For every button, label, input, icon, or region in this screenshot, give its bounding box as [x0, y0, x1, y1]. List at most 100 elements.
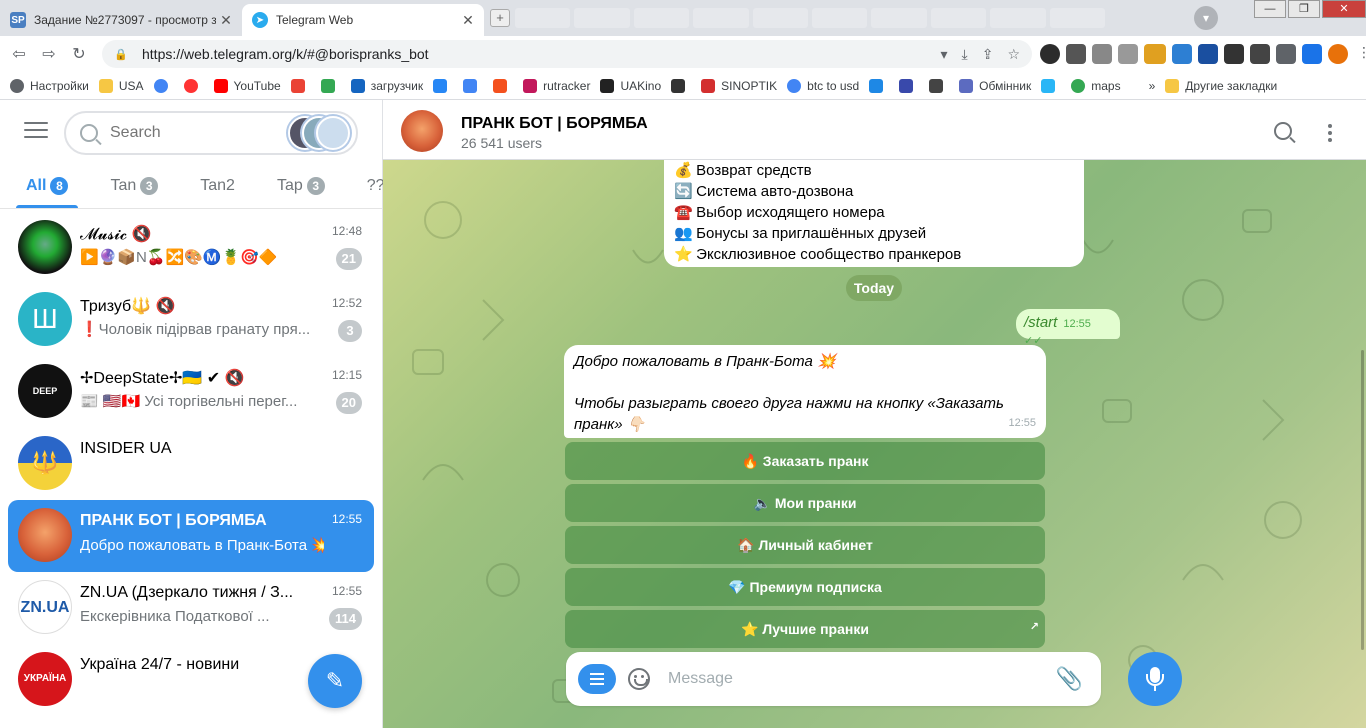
- search-box[interactable]: [64, 111, 358, 155]
- chat-item-insider[interactable]: 🔱 INSIDER UA: [8, 428, 374, 500]
- bookmark[interactable]: USA: [98, 78, 144, 93]
- profile-menu-icon[interactable]: ▾: [1194, 6, 1218, 30]
- downloads-icon[interactable]: [1302, 44, 1322, 64]
- bookmark[interactable]: btc to usd: [787, 78, 859, 93]
- browser-menu-icon[interactable]: ⋮: [1354, 44, 1366, 64]
- bookmark[interactable]: загрузчик: [350, 78, 423, 93]
- close-tab-icon[interactable]: ✕: [458, 12, 478, 29]
- chat-time: 12:52: [331, 296, 362, 310]
- bookmark[interactable]: rutracker: [523, 78, 590, 93]
- bookmark[interactable]: UAKino: [600, 78, 661, 93]
- bookmark[interactable]: Обмінник: [959, 78, 1031, 93]
- chat-preview: Екскерівника Податкової ...: [80, 608, 270, 625]
- bot-menu-button[interactable]: [578, 664, 616, 694]
- bookmark[interactable]: [290, 78, 311, 93]
- compose-pencil-button[interactable]: ✎: [308, 654, 362, 708]
- tab-tan2[interactable]: Tan2: [190, 163, 245, 208]
- window-controls: — ❐ ✕: [1252, 0, 1366, 22]
- bookmark[interactable]: [929, 78, 949, 93]
- bookmark[interactable]: [153, 78, 174, 93]
- profile-avatar[interactable]: [1328, 44, 1348, 64]
- tab-telegram[interactable]: ➤ Telegram Web ✕: [242, 4, 484, 36]
- inline-button-best-pranks[interactable]: ⭐ Лучшие пранки ↗: [565, 610, 1045, 648]
- bookmark[interactable]: [320, 78, 341, 93]
- bookmark[interactable]: [463, 78, 483, 93]
- extension-icon[interactable]: [1066, 44, 1086, 64]
- message-line: Чтобы разыграть своего друга нажми на кн…: [574, 395, 1004, 433]
- chat-item-prank-bot[interactable]: ПРАНК БОТ | БОРЯМБА 12:55 Добро пожалова…: [8, 500, 374, 572]
- extension-icon[interactable]: [1172, 44, 1192, 64]
- stories-avatars[interactable]: [288, 116, 352, 150]
- message-composer: 📎: [566, 652, 1101, 706]
- maximize-button[interactable]: ❐: [1288, 0, 1320, 18]
- bookmark-folder[interactable]: Другие закладки: [1165, 78, 1277, 93]
- emoji-icon[interactable]: [628, 668, 650, 690]
- bookmark[interactable]: [671, 78, 691, 93]
- tab-title: Задание №2773097 - просмотр з: [34, 13, 216, 27]
- message-time: 12:55: [1008, 417, 1036, 429]
- incoming-message: Добро пожаловать в Пранк-Бота 💥 Чтобы ра…: [564, 345, 1046, 438]
- more-icon[interactable]: [1328, 124, 1332, 145]
- forward-icon[interactable]: ⇨: [38, 44, 60, 64]
- inline-button-premium[interactable]: 💎 Премиум подписка: [565, 568, 1045, 606]
- extension-icon[interactable]: [1144, 44, 1166, 64]
- outgoing-message: /start 12:55 ✓✓: [1016, 309, 1120, 347]
- minimize-button[interactable]: —: [1254, 0, 1286, 18]
- chat-time: 12:55: [331, 584, 362, 598]
- bookmark[interactable]: [433, 78, 453, 93]
- extension-icon[interactable]: [1118, 44, 1138, 64]
- search-icon[interactable]: [1274, 122, 1292, 140]
- chat-item-zn-ua[interactable]: ZN.UA ZN.UA (Дзеркало тижня / З... 12:55…: [8, 572, 374, 644]
- message-text[interactable]: /start: [1024, 314, 1057, 331]
- extension-icon[interactable]: [1250, 44, 1270, 64]
- bookmark[interactable]: YouTube: [213, 78, 281, 93]
- inline-button-order-prank[interactable]: 🔥 Заказать пранк: [565, 442, 1045, 480]
- bookmarks-bar: Настройки USA YouTube загрузчик rutracke…: [0, 72, 1366, 100]
- chat-item-deepstate[interactable]: DEEP STATE ✢DeepState✢🇺🇦 ✔ 🔇 12:15 📰 🇺🇸🇨…: [8, 356, 374, 428]
- url-field[interactable]: 🔒 https://web.telegram.org/k/#@borispran…: [102, 40, 1032, 68]
- back-icon[interactable]: ⇦: [8, 44, 30, 64]
- microphone-button[interactable]: [1128, 652, 1182, 706]
- chat-item-tryzub[interactable]: Ш Тризуб🔱 🔇 12:52 ❗Чоловік підірвав гран…: [8, 284, 374, 356]
- bookmark[interactable]: SINOPTIK: [701, 78, 777, 93]
- bookmark[interactable]: Настройки: [10, 78, 89, 93]
- share-icon[interactable]: ⇪: [982, 46, 994, 63]
- reload-icon[interactable]: ↻: [68, 44, 90, 64]
- inline-button-my-pranks[interactable]: 🔈 Мои пранки: [565, 484, 1045, 522]
- install-icon[interactable]: ⤓: [962, 46, 968, 63]
- tab-tap[interactable]: Tap 3: [267, 163, 335, 208]
- tab-task[interactable]: SP Задание №2773097 - просмотр з ✕: [0, 4, 242, 36]
- bookmark[interactable]: [493, 78, 513, 93]
- extension-icon[interactable]: [1092, 44, 1112, 64]
- more-bookmarks-icon[interactable]: »: [1149, 79, 1156, 93]
- star-icon[interactable]: ☆: [1007, 46, 1020, 63]
- chat-item-music[interactable]: 𝓜𝓾𝓼𝓲𝓬 🔇 12:48 ▶️🔮📦N🍒🔀🎨Ⓜ️🍍🎯🔶 21: [8, 212, 374, 284]
- attach-icon[interactable]: 📎: [1056, 666, 1083, 692]
- extension-icon[interactable]: [1224, 44, 1244, 64]
- chat-name: Тризуб🔱 🔇: [80, 298, 176, 315]
- extension-icon[interactable]: [1198, 44, 1218, 64]
- chat-avatar[interactable]: [401, 110, 443, 152]
- inline-button-cabinet[interactable]: 🏠 Личный кабинет: [565, 526, 1045, 564]
- bookmark[interactable]: [183, 78, 204, 93]
- hamburger-menu-icon[interactable]: [24, 122, 48, 140]
- bookmark[interactable]: maps: [1071, 78, 1121, 93]
- chat-preview: Добро пожаловать в Пранк-Бота 💥...: [80, 537, 324, 554]
- new-tab-button[interactable]: +: [490, 9, 510, 27]
- bookmark[interactable]: [869, 78, 889, 93]
- chat-title[interactable]: ПРАНК БОТ | БОРЯМБА: [461, 115, 648, 133]
- bookmark[interactable]: [899, 78, 919, 93]
- puzzle-icon[interactable]: [1276, 44, 1296, 64]
- tab-all[interactable]: All 8: [16, 163, 79, 208]
- close-tab-icon[interactable]: ✕: [216, 12, 236, 29]
- telegram-icon: ➤: [252, 12, 268, 28]
- background-tabs[interactable]: [515, 8, 1106, 28]
- extension-icon[interactable]: [1040, 44, 1060, 64]
- dropdown-icon[interactable]: ▾: [940, 46, 947, 63]
- message-input[interactable]: [668, 668, 1048, 690]
- bookmark[interactable]: [1041, 78, 1061, 93]
- scrollbar[interactable]: [1361, 350, 1364, 650]
- close-window-button[interactable]: ✕: [1322, 0, 1366, 18]
- tab-tan[interactable]: Tan 3: [100, 163, 168, 208]
- search-input[interactable]: [110, 124, 270, 142]
